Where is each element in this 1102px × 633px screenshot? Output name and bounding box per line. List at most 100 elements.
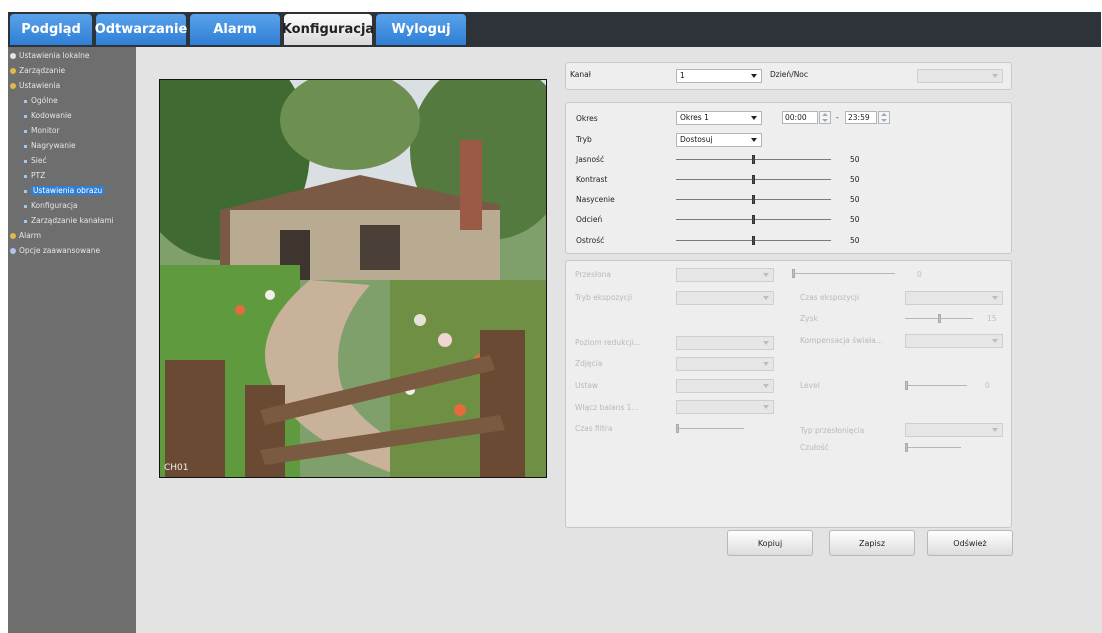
kompensacja-select[interactable] — [905, 334, 1003, 348]
chevron-down-icon — [763, 273, 769, 277]
sharpness-slider-handle[interactable] — [751, 236, 755, 245]
brightness-slider-handle[interactable] — [751, 155, 755, 164]
sidebar-item-label: Ustawienia lokalne — [19, 51, 90, 60]
okres-label: Okres — [576, 114, 598, 123]
sidebar-item-label: Kodowanie — [31, 111, 72, 120]
wlacz-select[interactable] — [676, 400, 774, 414]
bullet-icon — [24, 114, 27, 118]
copy-button[interactable]: Kopiuj — [727, 530, 813, 556]
chevron-down-icon — [751, 138, 757, 142]
przeslona-slider-handle[interactable] — [792, 269, 795, 278]
sidebar-item-local-settings[interactable]: Ustawienia lokalne — [10, 50, 90, 62]
sidebar-item-kodowanie[interactable]: Kodowanie — [8, 110, 72, 122]
sidebar-item-label: Opcje zaawansowane — [19, 246, 101, 255]
tab-odtwarzanie[interactable]: Odtwarzanie — [95, 14, 187, 45]
sidebar-item-channel-management[interactable]: Zarządzanie kanałami — [8, 215, 114, 227]
sidebar-item-siec[interactable]: Sieć — [8, 155, 47, 167]
bullet-icon — [24, 189, 27, 193]
computer-icon — [10, 53, 16, 59]
tab-wyloguj[interactable]: Wyloguj — [376, 14, 466, 45]
typ-przeslony-select[interactable] — [905, 423, 1003, 437]
czulosc-slider-track[interactable] — [905, 447, 961, 448]
arrow-down-icon — [881, 119, 887, 122]
bullet-icon — [24, 129, 27, 133]
tryb-ekspozycji-select[interactable] — [676, 291, 774, 305]
sidebar-item-label: Konfiguracja — [31, 201, 78, 210]
arrow-up-icon — [881, 113, 887, 116]
chevron-down-icon — [992, 339, 998, 343]
sidebar-item-nagrywanie[interactable]: Nagrywanie — [8, 140, 76, 152]
advanced-icon — [10, 248, 16, 254]
chevron-down-icon — [992, 428, 998, 432]
sidebar-item-label: Ogólne — [31, 96, 58, 105]
sidebar-item-label: Sieć — [31, 156, 47, 165]
czulosc-slider-handle[interactable] — [905, 443, 908, 452]
sidebar-item-ptz[interactable]: PTZ — [8, 170, 45, 182]
refresh-button[interactable]: Odśwież — [927, 530, 1013, 556]
tab-alarm[interactable]: Alarm — [190, 14, 280, 45]
management-icon — [10, 68, 16, 74]
arrow-up-icon — [822, 113, 828, 116]
hue-slider-handle[interactable] — [751, 215, 755, 224]
czas-ekspozycji-select[interactable] — [905, 291, 1003, 305]
tab-konfiguracja[interactable]: Konfiguracja — [282, 14, 374, 45]
tryb-value: Dostosuj — [680, 135, 713, 144]
kanal-label: Kanał — [570, 70, 591, 79]
slider-label: Nasycenie — [576, 195, 615, 204]
contrast-slider-handle[interactable] — [751, 175, 755, 184]
sidebar-item-label: Nagrywanie — [31, 141, 76, 150]
okres-select[interactable]: Okres 1 — [676, 111, 762, 125]
chevron-down-icon — [763, 405, 769, 409]
sidebar-item-image-settings[interactable]: Ustawienia obrazu — [8, 185, 105, 197]
save-button[interactable]: Zapisz — [829, 530, 915, 556]
saturation-slider-handle[interactable] — [751, 195, 755, 204]
zysk-slider-handle[interactable] — [938, 314, 941, 323]
ustaw-select[interactable] — [676, 379, 774, 393]
sidebar-item-ogolne[interactable]: Ogólne — [8, 95, 58, 107]
sidebar-item-label: Ustawienia — [19, 81, 61, 90]
arrow-down-icon — [822, 119, 828, 122]
time-separator: - — [836, 113, 839, 122]
chevron-down-icon — [763, 296, 769, 300]
sidebar-item-konfiguracja[interactable]: Konfiguracja — [8, 200, 78, 212]
sidebar-item-settings[interactable]: Ustawienia — [10, 80, 60, 92]
czas-filtra-slider-track[interactable] — [676, 428, 744, 429]
tryb-select[interactable]: Dostosuj — [676, 133, 762, 147]
slider-label: Jasność — [576, 155, 605, 164]
level-slider-track[interactable] — [905, 385, 967, 386]
sidebar-item-alarm[interactable]: Alarm — [10, 230, 41, 242]
przeslona-slider-track[interactable] — [792, 273, 895, 274]
zdjecia-select[interactable] — [676, 357, 774, 371]
chevron-down-icon — [751, 116, 757, 120]
time-end-spinner[interactable] — [878, 111, 890, 124]
sidebar-item-management[interactable]: Zarządzanie — [10, 65, 65, 77]
czas-filtra-slider-handle[interactable] — [676, 424, 679, 433]
level-value: 0 — [985, 381, 990, 390]
bullet-icon — [24, 174, 27, 178]
time-start-spinner[interactable] — [819, 111, 831, 124]
sidebar-item-label: Monitor — [31, 126, 60, 135]
bullet-icon — [24, 159, 27, 163]
sidebar-item-monitor[interactable]: Monitor — [8, 125, 60, 137]
time-start-value: 00:00 — [785, 113, 807, 122]
czas-filtra-label: Czas filtra — [575, 424, 613, 433]
chevron-down-icon — [763, 362, 769, 366]
dzien-noc-select[interactable] — [917, 69, 1003, 83]
chevron-down-icon — [763, 384, 769, 388]
top-navigation-bar: Podgląd Odtwarzanie Alarm Konfiguracja W… — [0, 0, 1102, 47]
bullet-icon — [24, 144, 27, 148]
kanal-select[interactable]: 1 — [676, 69, 762, 83]
image-settings-panel — [565, 102, 1012, 254]
przeslona-select[interactable] — [676, 268, 774, 282]
time-end-input[interactable]: 23:59 — [845, 111, 890, 124]
sidebar-item-advanced[interactable]: Opcje zaawansowane — [10, 245, 100, 257]
channel-overlay: CH01 — [164, 463, 189, 473]
czas-ekspozycji-label: Czas ekspozycji — [800, 293, 859, 302]
poziom-redukcji-select[interactable] — [676, 336, 774, 350]
okres-value: Okres 1 — [680, 113, 709, 122]
tab-podglad[interactable]: Podgląd — [10, 14, 92, 45]
brightness-value: 50 — [850, 155, 860, 164]
dzien-noc-label: Dzień/Noc — [770, 70, 809, 79]
level-slider-handle[interactable] — [905, 381, 908, 390]
time-start-input[interactable]: 00:00 — [782, 111, 831, 124]
